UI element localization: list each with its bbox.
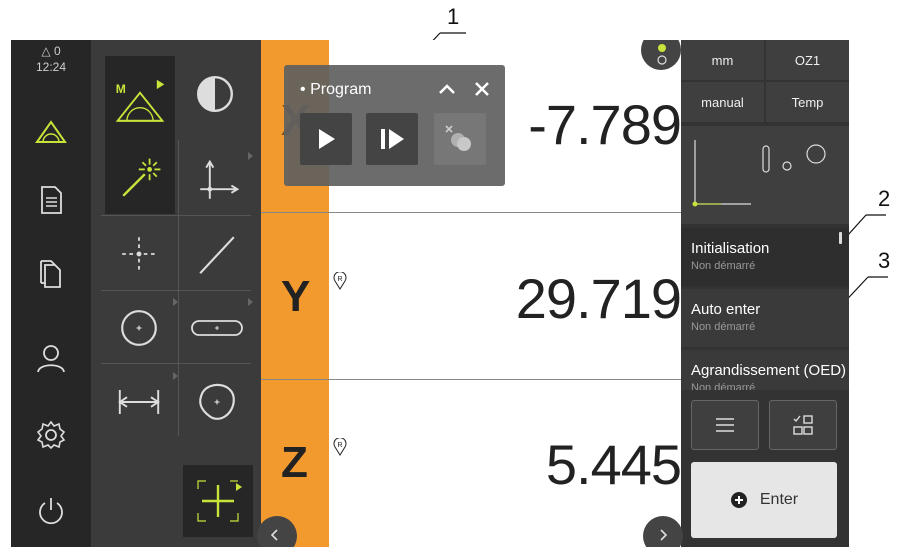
warning-triangle-icon: △: [41, 44, 51, 58]
inspector-panel: mm OZ1 manual Temp Initialisation Non dé…: [681, 40, 849, 547]
list-scrollbar[interactable]: [839, 232, 842, 244]
step-program-button[interactable]: [366, 113, 418, 165]
axis-y-value: 29.719: [515, 267, 682, 330]
user-icon[interactable]: [31, 338, 71, 378]
row-divider: [261, 212, 681, 213]
callout-2: 2: [878, 186, 891, 211]
step-title: Agrandissement (OED): [691, 362, 847, 379]
feature-preview-graphic: [692, 140, 826, 207]
popup-title: Program: [310, 81, 372, 98]
hamburger-icon: [716, 418, 734, 432]
run-program-button[interactable]: [300, 113, 352, 165]
reference-marker-icon: R: [333, 272, 347, 290]
zero-point-toggle[interactable]: OZ1: [766, 40, 849, 80]
step-item-agrandissement[interactable]: Agrandissement (OED) Non démarré: [681, 350, 849, 390]
crosshair-tool[interactable]: [183, 465, 253, 537]
view-select-button[interactable]: [769, 400, 837, 450]
clock: 12:24: [35, 60, 67, 74]
files-icon[interactable]: [31, 254, 71, 294]
callout-1: 1: [447, 4, 460, 29]
play-icon: [319, 129, 335, 149]
alarm-count: 0: [53, 44, 61, 58]
power-icon[interactable]: [31, 491, 71, 531]
temperature-toggle[interactable]: Temp: [766, 82, 849, 122]
collapse-chevron-icon[interactable]: [437, 81, 457, 97]
step-item-initialisation[interactable]: Initialisation Non démarré: [681, 228, 849, 286]
reference-marker-label: R: [337, 276, 342, 283]
row-divider: [261, 379, 681, 380]
circle-icon[interactable]: [105, 294, 173, 362]
reference-marker-icon: R: [333, 438, 347, 456]
step-item-auto-enter[interactable]: Auto enter Non démarré: [681, 289, 849, 347]
step-title: Auto enter: [691, 301, 761, 318]
bullet-icon: •: [300, 81, 306, 98]
axis-z-label: Z: [281, 438, 308, 487]
cancel-program-button[interactable]: [434, 113, 486, 165]
status-area: △ 0 12:24: [11, 40, 91, 80]
callout-3: 3: [878, 248, 891, 273]
measure-magnifier-tool[interactable]: M: [105, 56, 175, 152]
point-icon[interactable]: [105, 220, 173, 288]
unit-toggle[interactable]: mm: [681, 40, 764, 80]
reference-marker-label: R: [337, 442, 342, 449]
coordinate-system-icon[interactable]: [183, 148, 251, 216]
step-status: Non démarré: [691, 321, 756, 333]
axis-x-value: -7.789: [528, 93, 682, 156]
mode-toggle[interactable]: manual: [681, 82, 764, 122]
document-icon[interactable]: [31, 180, 71, 220]
menu-button[interactable]: [691, 400, 759, 450]
axis-y-label: Y: [281, 272, 311, 321]
enter-button[interactable]: Enter: [691, 462, 837, 538]
step-forward-icon: [381, 129, 404, 149]
line-icon[interactable]: [183, 220, 251, 288]
auto-detect-wand-icon[interactable]: [105, 144, 175, 214]
checklist-grid-icon: [793, 415, 813, 435]
chevron-left-icon: [270, 529, 278, 541]
device-screen: △ 0 12:24 M -7.789 Y R 29.719 Z R 5.445 …: [11, 40, 849, 547]
step-title: Initialisation: [691, 240, 770, 257]
status-lights-icon: [657, 44, 667, 65]
enter-label: Enter: [759, 491, 799, 508]
measure-magnifier-label: M: [116, 82, 126, 96]
measure-icon[interactable]: [31, 112, 71, 152]
slot-icon[interactable]: [183, 294, 251, 362]
axis-z-value: 5.445: [545, 433, 682, 496]
step-status: Non démarré: [691, 260, 756, 272]
cancel-program-icon: [445, 125, 471, 151]
main-menu: △ 0 12:24: [11, 40, 91, 547]
settings-icon[interactable]: [31, 415, 71, 455]
step-status: Non démarré: [691, 382, 756, 390]
close-icon[interactable]: [473, 80, 491, 98]
feature-preview: [681, 126, 849, 224]
freeform-contour-icon[interactable]: [183, 368, 251, 436]
chevron-right-icon: [660, 529, 668, 541]
plus-circle-icon: [730, 492, 747, 508]
distance-icon[interactable]: [105, 368, 173, 436]
tool-palette: M: [91, 40, 261, 547]
program-control-popup: • Program: [284, 65, 505, 186]
contrast-icon[interactable]: [181, 60, 249, 128]
